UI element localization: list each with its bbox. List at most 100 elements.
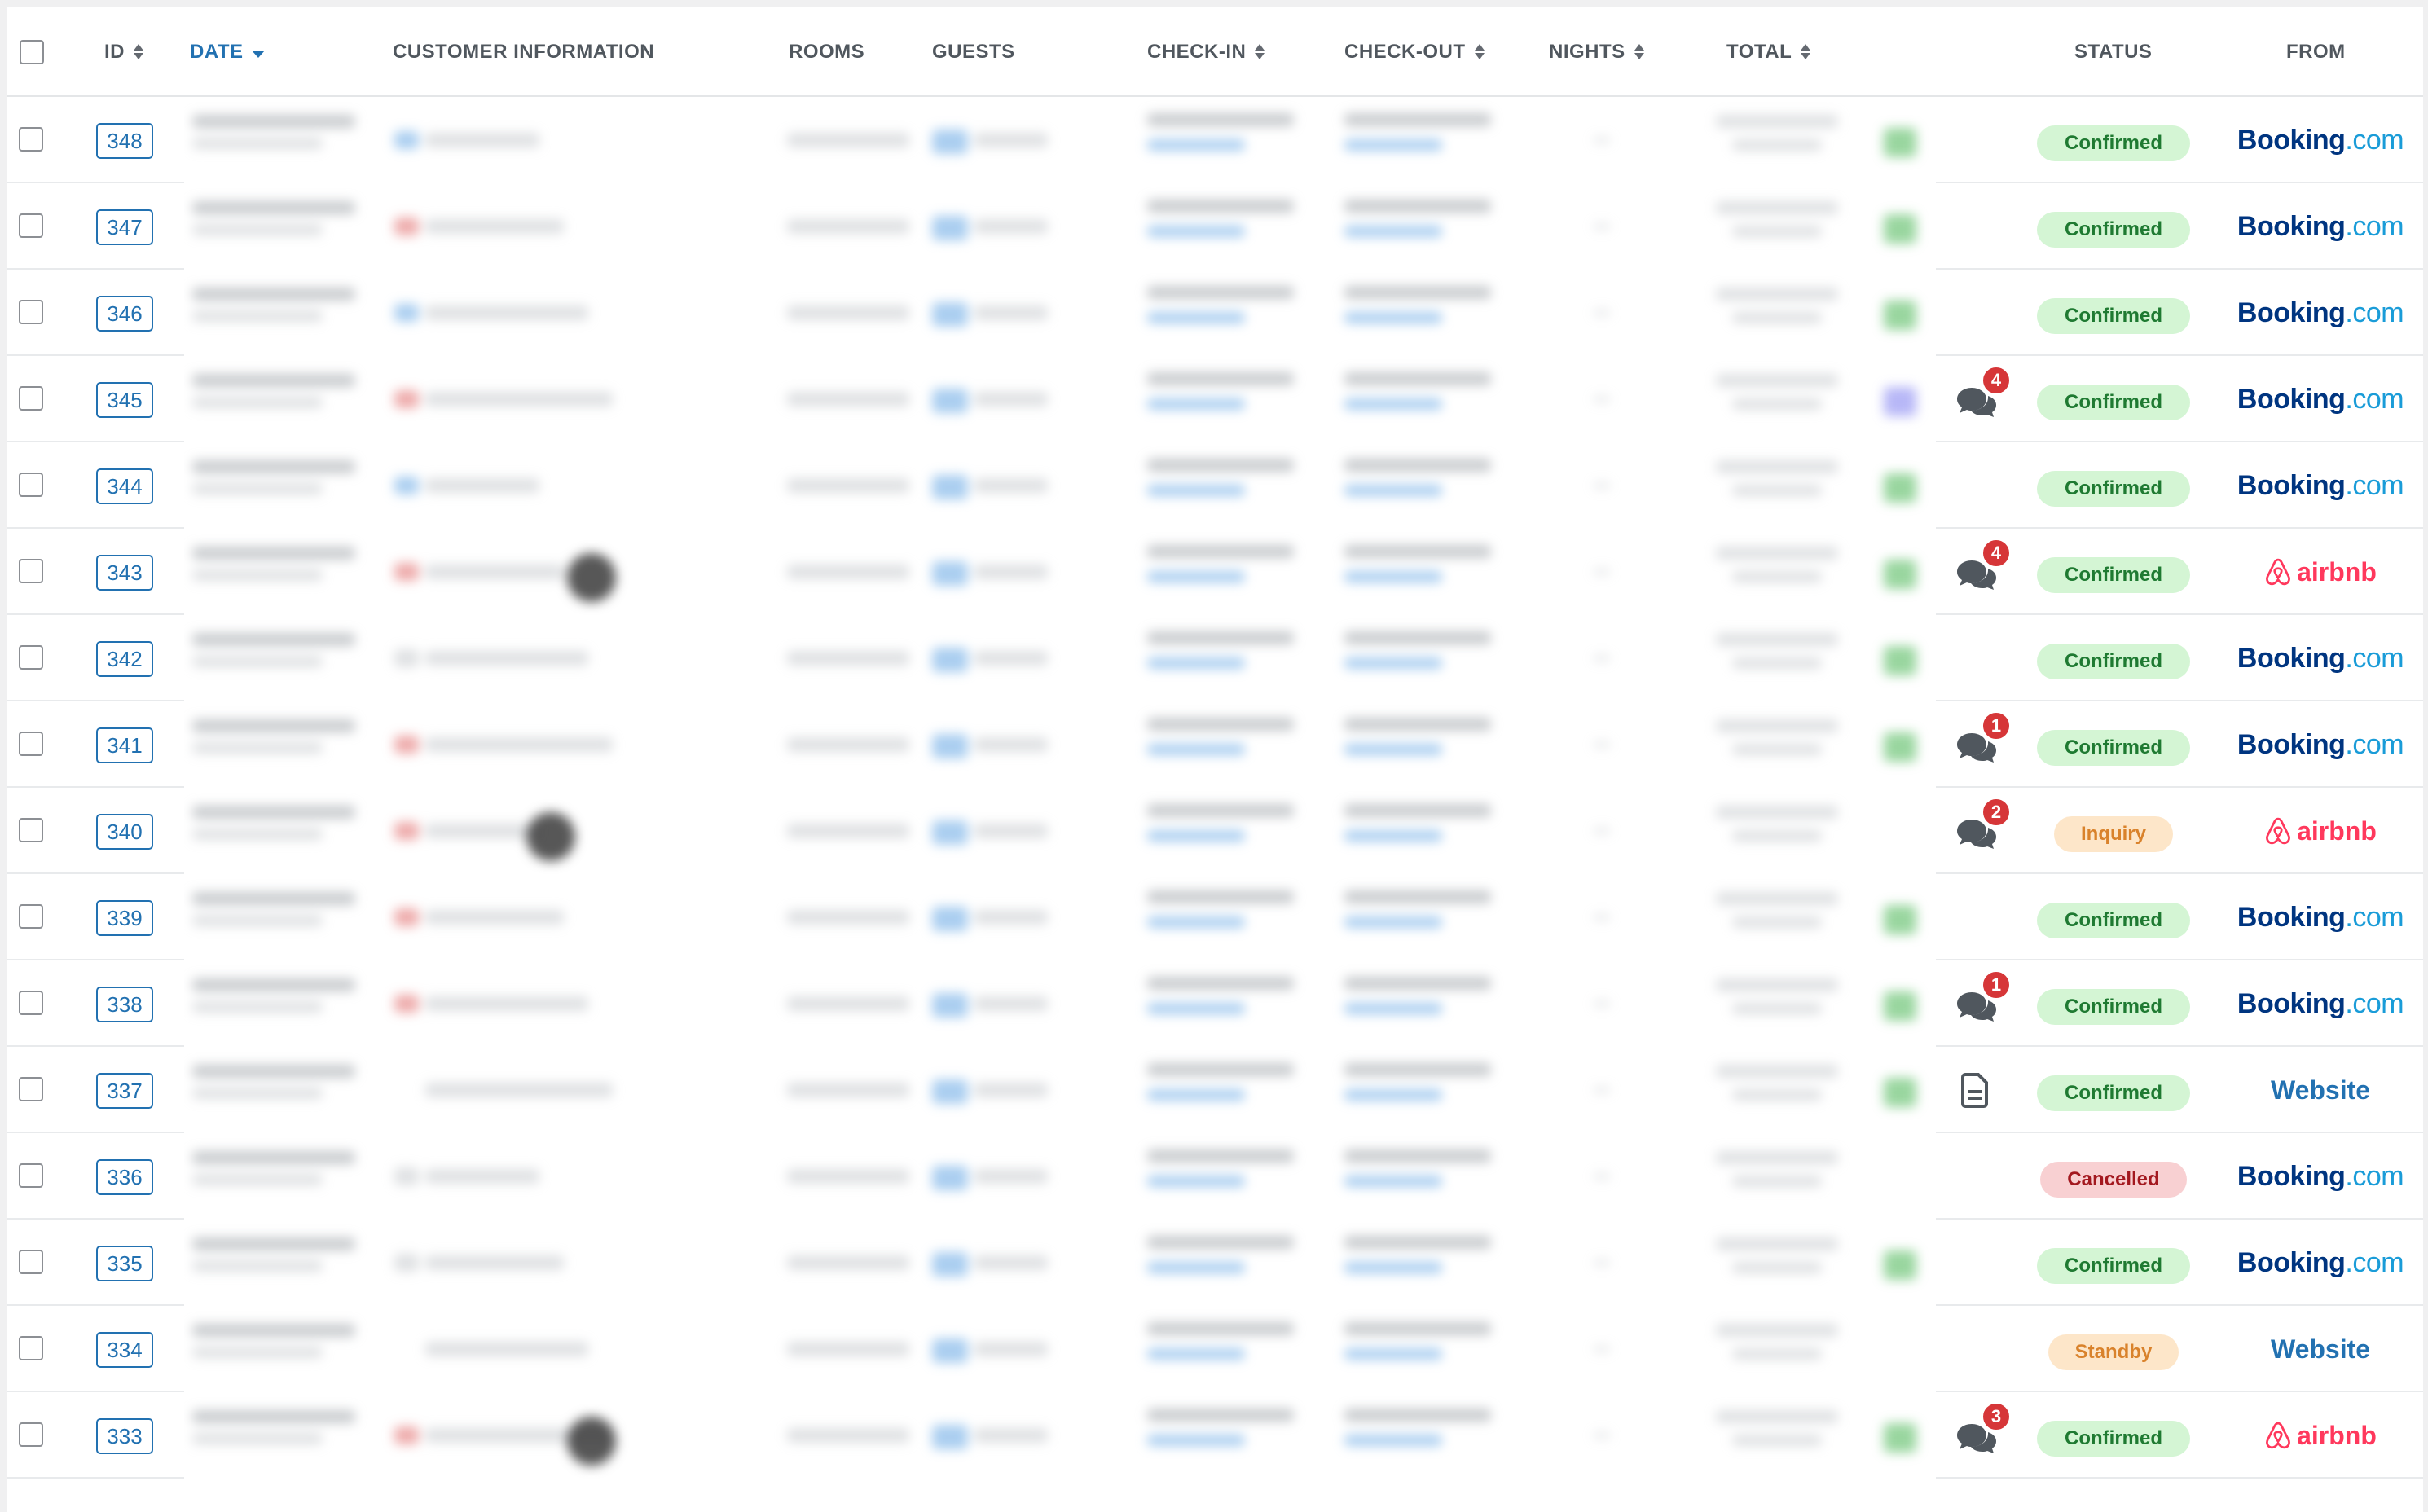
document-icon[interactable] — [1960, 1072, 1990, 1108]
table-row: 340 2 Inquiry airbnb — [7, 788, 2423, 874]
redacted-content — [1344, 631, 1491, 644]
row-checkbox[interactable] — [19, 213, 43, 238]
redacted-content — [425, 133, 539, 147]
row-checkbox[interactable] — [19, 1163, 43, 1188]
booking-id-link[interactable]: 343 — [96, 555, 153, 591]
column-id-label: ID — [104, 40, 125, 63]
booking-id-link[interactable]: 342 — [96, 641, 153, 677]
row-checkbox[interactable] — [19, 127, 43, 152]
booking-com-logo-suffix: .com — [2345, 1160, 2404, 1192]
redacted-content — [1884, 387, 1916, 416]
redacted-content — [787, 219, 909, 234]
row-checkbox[interactable] — [19, 991, 43, 1015]
redacted-band — [184, 1220, 1936, 1306]
status-badge: Standby — [2048, 1334, 2179, 1370]
redacted-content — [1344, 744, 1442, 755]
column-date[interactable]: DATE — [190, 7, 265, 97]
redacted-content — [1716, 892, 1838, 905]
booking-id-link[interactable]: 334 — [96, 1332, 153, 1368]
booking-id-link[interactable]: 335 — [96, 1246, 153, 1281]
row-checkbox[interactable] — [19, 472, 43, 497]
redacted-band — [184, 788, 1936, 874]
booking-id-link[interactable]: 337 — [96, 1073, 153, 1109]
redacted-content — [787, 478, 909, 493]
column-checkout[interactable]: CHECK-OUT — [1344, 7, 1485, 97]
redacted-content — [1732, 485, 1822, 496]
redacted-content — [192, 397, 323, 408]
redacted-band — [184, 1133, 1936, 1220]
booking-id-link[interactable]: 346 — [96, 296, 153, 332]
booking-source: Booking.com — [2215, 356, 2423, 442]
redacted-content — [1732, 398, 1822, 410]
redacted-content — [974, 392, 1048, 407]
row-checkbox[interactable] — [19, 645, 43, 670]
redacted-content — [1147, 113, 1294, 126]
table-header: ID DATE CUSTOMER INFORMATION ROOMS GUEST… — [7, 7, 2423, 97]
redacted-blur — [184, 442, 1936, 529]
row-checkbox[interactable] — [19, 386, 43, 411]
table-row: 348 Confirmed Booking.com — [7, 97, 2423, 183]
booking-com-logo: Booking.com — [2237, 211, 2404, 243]
booking-id-link[interactable]: 340 — [96, 814, 153, 850]
redacted-content — [1344, 485, 1442, 496]
redacted-band — [184, 615, 1936, 701]
status-badge: Confirmed — [2037, 1248, 2190, 1284]
select-all-checkbox[interactable] — [20, 39, 44, 64]
row-checkbox[interactable] — [19, 1422, 43, 1447]
redacted-blur — [184, 960, 1936, 1047]
booking-id-link[interactable]: 338 — [96, 987, 153, 1022]
status-badge: Inquiry — [2054, 816, 2173, 852]
redacted-content — [1732, 744, 1822, 755]
row-checkbox[interactable] — [19, 300, 43, 324]
row-checkbox[interactable] — [19, 1336, 43, 1360]
redacted-content — [1147, 1003, 1245, 1014]
redacted-content — [192, 138, 323, 149]
redacted-content — [1344, 916, 1442, 928]
sort-icon — [133, 42, 144, 62]
airbnb-icon — [2266, 558, 2290, 586]
status-badge: Confirmed — [2037, 298, 2190, 334]
redacted-content — [1716, 201, 1838, 214]
redacted-content — [1344, 1176, 1442, 1187]
status-badge: Confirmed — [2037, 989, 2190, 1025]
booking-id-link[interactable]: 333 — [96, 1418, 153, 1454]
redacted-content — [192, 742, 323, 754]
airbnb-logo-text: airbnb — [2297, 556, 2377, 587]
booking-com-logo: Booking.com — [2237, 1161, 2404, 1193]
row-checkbox[interactable] — [19, 904, 43, 929]
redacted-content — [1732, 830, 1822, 842]
column-checkin[interactable]: CHECK-IN — [1147, 7, 1265, 97]
booking-com-logo-main: Booking — [2237, 642, 2346, 674]
row-checkbox[interactable] — [19, 1077, 43, 1101]
redacted-blur — [184, 1392, 1936, 1479]
redacted-content — [192, 892, 355, 905]
redacted-content — [787, 305, 909, 320]
booking-id-link[interactable]: 348 — [96, 123, 153, 159]
row-checkbox[interactable] — [19, 559, 43, 583]
row-checkbox[interactable] — [19, 732, 43, 756]
redacted-content — [1716, 547, 1838, 560]
row-checkbox[interactable] — [19, 1250, 43, 1274]
redacted-content — [1732, 571, 1822, 582]
bookings-table: ID DATE CUSTOMER INFORMATION ROOMS GUEST… — [7, 7, 2423, 1512]
booking-id-link[interactable]: 341 — [96, 727, 153, 763]
redacted-content — [932, 216, 968, 240]
sort-icon — [1474, 42, 1485, 62]
status-badge: Confirmed — [2037, 1421, 2190, 1457]
booking-com-logo-suffix: .com — [2345, 1246, 2404, 1278]
column-total[interactable]: TOTAL — [1726, 7, 1811, 97]
redacted-content — [425, 305, 588, 320]
booking-id-link[interactable]: 347 — [96, 209, 153, 245]
booking-id-link[interactable]: 339 — [96, 900, 153, 936]
column-id[interactable]: ID — [104, 7, 144, 97]
booking-id-link[interactable]: 344 — [96, 468, 153, 504]
booking-id-link[interactable]: 345 — [96, 382, 153, 418]
column-checkout-label: CHECK-OUT — [1344, 40, 1466, 63]
column-nights[interactable]: NIGHTS — [1549, 7, 1645, 97]
booking-id-link[interactable]: 336 — [96, 1159, 153, 1195]
booking-source: Booking.com — [2215, 1220, 2423, 1306]
redacted-content — [1594, 1174, 1610, 1179]
table-row: 338 1 Confirmed Booking.com — [7, 960, 2423, 1047]
row-checkbox[interactable] — [19, 818, 43, 842]
redacted-content — [394, 218, 419, 235]
